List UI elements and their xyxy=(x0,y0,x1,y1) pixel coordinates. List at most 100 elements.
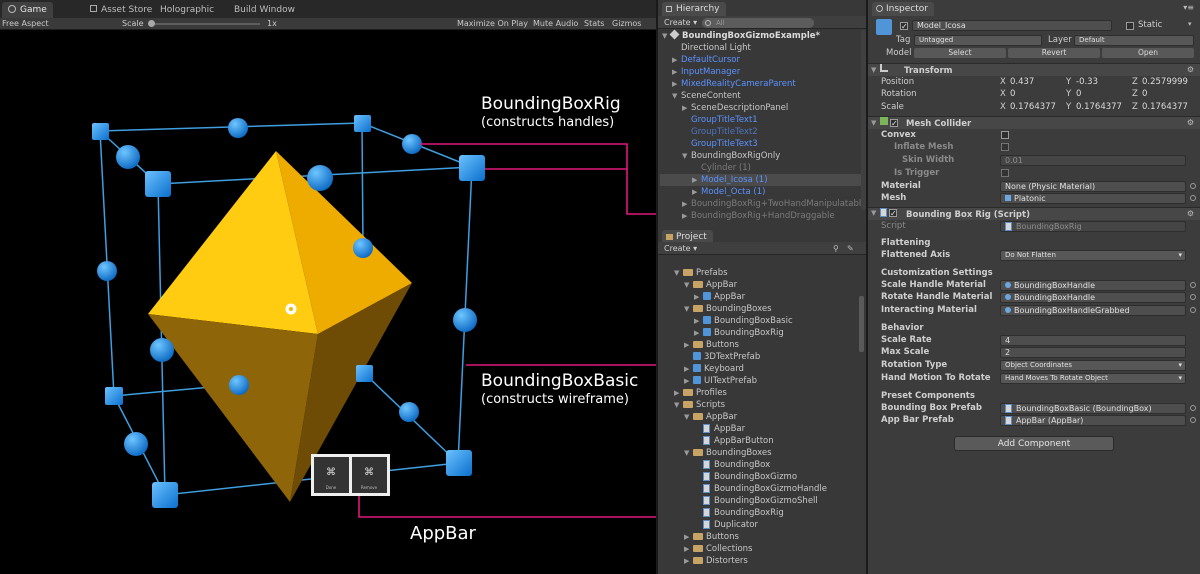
hierarchy-item[interactable]: ▶ MixedRealityCameraParent xyxy=(672,78,796,90)
hierarchy-search-input[interactable]: All xyxy=(702,18,814,28)
hierarchy-item[interactable]: ▶ Model_Octa (1) xyxy=(692,186,765,198)
project-create-button[interactable]: Create ▾ xyxy=(664,244,697,253)
tab-build-window[interactable]: Build Window xyxy=(228,2,301,18)
scale-slider[interactable] xyxy=(148,20,260,27)
project-item[interactable]: BoundingBoxGizmoHandle xyxy=(694,483,827,495)
transform-header[interactable]: ▼ Transform ⚙ xyxy=(868,63,1200,76)
hierarchy-item[interactable]: GroupTitleText2 xyxy=(682,126,758,138)
stats-toggle[interactable]: Stats xyxy=(584,18,604,30)
project-item[interactable]: ▶ Profiles xyxy=(674,387,727,399)
flattened-axis-dropdown[interactable]: Do Not Flatten ▾ xyxy=(1000,250,1186,261)
expand-arrow-icon[interactable]: ▼ xyxy=(684,303,693,315)
bounding-box-rig-enabled-checkbox[interactable] xyxy=(889,209,897,217)
expand-arrow-icon[interactable]: ▶ xyxy=(684,339,693,351)
project-item[interactable]: ▼ Prefabs xyxy=(674,267,728,279)
hierarchy-item[interactable]: ▶ BoundingBoxRig+TwoHandManipulatable xyxy=(682,198,866,210)
project-item[interactable]: ▶ Collections xyxy=(684,543,752,555)
project-item[interactable]: ▼ Scripts xyxy=(674,399,725,411)
project-item[interactable]: Duplicator xyxy=(694,519,758,531)
hierarchy-item[interactable]: ▶ Model_Icosa (1) xyxy=(660,174,864,186)
object-picker-icon[interactable] xyxy=(1190,417,1196,423)
component-settings-icon[interactable]: ⚙ xyxy=(1187,118,1194,127)
hierarchy-item[interactable]: Cylinder (1) xyxy=(692,162,751,174)
mesh-collider-header[interactable]: ▼Mesh Collider ⚙ xyxy=(868,116,1200,129)
convex-checkbox[interactable] xyxy=(1001,131,1009,139)
appbar-model[interactable]: ⌘ Done ⌘ Remove xyxy=(311,454,390,496)
expand-arrow-icon[interactable]: ▶ xyxy=(672,54,681,66)
position-x[interactable]: X 0.437 xyxy=(1000,77,1034,88)
scale-y[interactable]: Y 0.1764377 xyxy=(1066,102,1122,113)
inspector-menu-icon[interactable]: ▾≡ xyxy=(1183,3,1194,12)
tab-holographic[interactable]: Holographic xyxy=(154,2,220,18)
expand-arrow-icon[interactable]: ▶ xyxy=(684,363,693,375)
mute-audio-toggle[interactable]: Mute Audio xyxy=(533,18,578,30)
project-item[interactable]: BoundingBoxGizmoShell xyxy=(694,495,818,507)
rotation-z[interactable]: Z0 xyxy=(1132,89,1147,100)
inflate-mesh-checkbox[interactable] xyxy=(1001,143,1009,151)
octahedron-model[interactable] xyxy=(148,151,412,502)
appbar-prefab-field[interactable]: AppBar (AppBar) xyxy=(1000,415,1186,426)
scale-rate-field[interactable]: 4 xyxy=(1000,335,1186,346)
hierarchy-item[interactable]: ▶ DefaultCursor xyxy=(672,54,740,66)
favorite-icon[interactable]: ✎ xyxy=(847,244,854,253)
aspect-dropdown[interactable]: Free Aspect xyxy=(2,18,49,30)
tag-dropdown[interactable]: Untagged xyxy=(914,35,1042,46)
expand-arrow-icon[interactable]: ▼ xyxy=(674,267,683,279)
project-item[interactable]: ▼ BoundingBoxes xyxy=(684,447,772,459)
expand-arrow-icon[interactable]: ▶ xyxy=(674,387,683,399)
project-item[interactable]: ▼ AppBar xyxy=(684,411,737,423)
bounding-box-prefab-field[interactable]: BoundingBoxBasic (BoundingBox) xyxy=(1000,403,1186,414)
skin-width-field[interactable]: 0.01 xyxy=(1000,155,1186,166)
hierarchy-item[interactable]: GroupTitleText3 xyxy=(682,138,758,150)
filter-icon[interactable]: ⚲ xyxy=(833,244,839,253)
scene-root[interactable]: ▼ BoundingBoxGizmoExample* xyxy=(662,29,820,42)
mesh-collider-enabled-checkbox[interactable] xyxy=(890,119,898,127)
expand-arrow-icon[interactable]: ▶ xyxy=(682,210,691,222)
hierarchy-create-button[interactable]: Create ▾ xyxy=(664,18,697,27)
gizmos-toggle[interactable]: Gizmos xyxy=(612,18,641,30)
expand-arrow-icon[interactable]: ▶ xyxy=(694,291,703,303)
object-picker-icon[interactable] xyxy=(1190,195,1196,201)
project-item[interactable]: ▶ BoundingBoxBasic xyxy=(694,315,793,327)
static-dropdown-icon[interactable]: ▾ xyxy=(1188,20,1192,28)
expand-arrow-icon[interactable]: ▶ xyxy=(692,186,701,198)
interacting-material-field[interactable]: BoundingBoxHandleGrabbed xyxy=(1000,305,1186,316)
scale-handle-material-field[interactable]: BoundingBoxHandle xyxy=(1000,280,1186,291)
maximize-on-play-toggle[interactable]: Maximize On Play xyxy=(457,18,528,30)
project-item[interactable]: BoundingBoxGizmo xyxy=(694,471,797,483)
static-checkbox[interactable] xyxy=(1126,22,1134,30)
object-picker-icon[interactable] xyxy=(1190,405,1196,411)
object-picker-icon[interactable] xyxy=(1190,307,1196,313)
expand-arrow-icon[interactable]: ▶ xyxy=(684,375,693,387)
project-item[interactable]: AppBarButton xyxy=(694,435,774,447)
object-name-field[interactable]: Model_Icosa xyxy=(912,20,1112,31)
project-item[interactable]: AppBar xyxy=(694,423,745,435)
tab-asset-store[interactable]: Asset Store xyxy=(84,2,158,18)
mesh-field[interactable]: Platonic xyxy=(1000,193,1186,204)
is-trigger-checkbox[interactable] xyxy=(1001,169,1009,177)
rotation-x[interactable]: X0 xyxy=(1000,89,1015,100)
expand-arrow-icon[interactable]: ▶ xyxy=(684,531,693,543)
project-item[interactable]: BoundingBoxRig xyxy=(694,507,784,519)
tab-hierarchy[interactable]: Hierarchy xyxy=(662,2,726,16)
hierarchy-item[interactable]: ▶ InputManager xyxy=(672,66,740,78)
scale-x[interactable]: X 0.1764377 xyxy=(1000,102,1056,113)
project-item[interactable]: ▼ AppBar xyxy=(684,279,737,291)
expand-arrow-icon[interactable]: ▼ xyxy=(672,90,681,102)
expand-arrow-icon[interactable]: ▶ xyxy=(684,555,693,567)
project-item[interactable]: ▶ BoundingBoxRig xyxy=(694,327,784,339)
expand-arrow-icon[interactable]: ▶ xyxy=(682,198,691,210)
revert-button[interactable]: Revert xyxy=(1008,48,1100,58)
project-item[interactable]: ▶ Buttons xyxy=(684,339,739,351)
hierarchy-item[interactable]: ▶ SceneDescriptionPanel xyxy=(682,102,788,114)
rotation-type-dropdown[interactable]: Object Coordinates ▾ xyxy=(1000,360,1186,371)
object-picker-icon[interactable] xyxy=(1190,183,1196,189)
project-item[interactable]: ▶ UITextPrefab xyxy=(684,375,757,387)
project-scrollbar[interactable] xyxy=(859,296,864,352)
open-button[interactable]: Open xyxy=(1102,48,1194,58)
component-settings-icon[interactable]: ⚙ xyxy=(1187,209,1194,218)
hierarchy-item[interactable]: ▼ BoundingBoxRigOnly xyxy=(682,150,780,162)
hierarchy-item[interactable]: ▼ SceneContent xyxy=(672,90,741,102)
rotate-handle-material-field[interactable]: BoundingBoxHandle xyxy=(1000,292,1186,303)
expand-arrow-icon[interactable]: ▶ xyxy=(692,174,701,186)
